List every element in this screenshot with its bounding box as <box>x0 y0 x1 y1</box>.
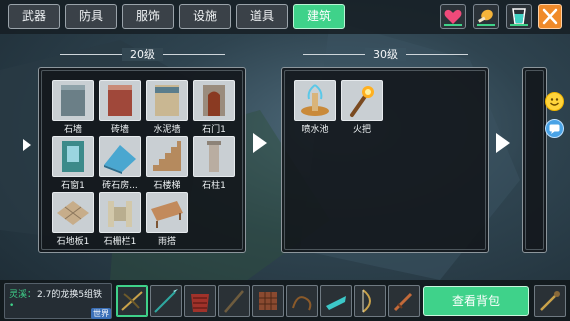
build-item-stone-door[interactable]: 石门1 <box>193 80 235 136</box>
stone-window-icon <box>52 136 94 177</box>
fountain-icon <box>294 80 336 121</box>
build-item-stone-pillar[interactable]: 石柱1 <box>193 136 235 192</box>
close-icon <box>542 8 558 25</box>
staff-icon <box>224 290 244 313</box>
build-item-stone-window[interactable]: 石窗1 <box>52 136 94 192</box>
crystal-gun-icon <box>326 296 346 310</box>
food-button[interactable] <box>473 4 499 29</box>
tool-icon <box>540 291 560 311</box>
armor-icon <box>191 294 209 312</box>
hotbar-slot-5[interactable] <box>252 285 284 317</box>
emote-button[interactable] <box>545 92 564 111</box>
health-indicator <box>444 24 462 26</box>
crate-icon <box>259 292 277 310</box>
world-chat-button[interactable]: 世界 <box>91 308 111 319</box>
tab-items[interactable]: 道具 <box>236 4 288 29</box>
sword-icon <box>393 292 413 312</box>
tab-armor[interactable]: 防具 <box>65 4 117 29</box>
cement-wall-icon <box>146 80 188 121</box>
build-item-cement-wall[interactable]: 水泥墙 <box>146 80 188 136</box>
hotbar-slot-3[interactable] <box>184 285 216 317</box>
build-item-awning[interactable]: 雨搭 <box>146 192 188 248</box>
hotbar-slot-1[interactable] <box>116 285 148 317</box>
hotbar-slot-6[interactable] <box>286 285 318 317</box>
build-item-brick-roof[interactable]: 砖石房... <box>99 136 141 192</box>
stone-fence-icon <box>99 192 141 233</box>
hotbar-slot-4[interactable] <box>218 285 250 317</box>
bow-icon <box>362 289 371 313</box>
tab-weapon[interactable]: 武器 <box>8 4 60 29</box>
hotbar-slot-8[interactable] <box>354 285 386 317</box>
level-30-header: 30级 <box>283 46 488 62</box>
tab-build[interactable]: 建筑 <box>293 4 345 29</box>
food-indicator <box>477 24 495 26</box>
hotbar-slot-9[interactable] <box>388 285 420 317</box>
level-20-header: 20级 <box>40 46 245 62</box>
torch-icon <box>341 80 383 121</box>
chat-bubble-icon <box>549 124 560 134</box>
chat-sender-name: 灵溪： <box>9 290 37 300</box>
brick-wall-icon <box>99 80 141 121</box>
hotbar-slot-7[interactable] <box>320 285 352 317</box>
hotbar-slot-2[interactable] <box>150 285 182 317</box>
chat-box[interactable]: 灵溪： 2.7的龙换5组铁 • 世界 <box>4 283 112 319</box>
hotbar-slot-10[interactable] <box>534 285 566 317</box>
open-backpack-button[interactable]: 查看背包 <box>423 286 529 316</box>
build-item-stone-stairs[interactable]: 石楼梯 <box>146 136 188 192</box>
chat-message: 2.7的龙换5组铁 <box>37 290 103 300</box>
next-level-panel <box>522 67 547 253</box>
build-item-fountain[interactable]: 喷水池 <box>294 80 336 136</box>
tab-clothes[interactable]: 服饰 <box>122 4 174 29</box>
next-level-arrow-icon-2[interactable] <box>496 133 510 153</box>
build-item-torch[interactable]: 火把 <box>341 80 383 136</box>
next-level-arrow-icon[interactable] <box>253 133 267 153</box>
stone-floor-icon <box>52 192 94 233</box>
stone-pillar-icon <box>193 136 235 177</box>
drink-indicator <box>510 24 528 26</box>
level-20-panel: 石墙 砖墙 水泥墙 石门1 石窗1 砖石房... 石楼梯 石柱1 石地板1 石栅… <box>38 67 246 253</box>
smile-icon <box>550 98 559 106</box>
close-button[interactable] <box>538 4 562 29</box>
stone-door-icon <box>193 80 235 121</box>
stone-stairs-icon <box>146 136 188 177</box>
build-item-stone-floor[interactable]: 石地板1 <box>52 192 94 248</box>
brick-roof-icon <box>99 136 141 177</box>
chat-button[interactable] <box>545 119 564 138</box>
awning-icon <box>146 192 188 233</box>
health-button[interactable] <box>440 4 466 29</box>
build-item-stone-fence[interactable]: 石栅栏1 <box>99 192 141 248</box>
tab-facility[interactable]: 设施 <box>179 4 231 29</box>
whip-icon <box>292 296 312 311</box>
level-30-label: 30级 <box>365 48 406 61</box>
level-30-panel: 喷水池 火把 <box>281 67 489 253</box>
scroll-left-arrow-icon[interactable] <box>23 139 31 151</box>
crossbow-icon <box>121 291 143 311</box>
drink-button[interactable] <box>506 4 532 29</box>
level-20-label: 20级 <box>122 48 163 61</box>
spear-icon <box>154 289 178 313</box>
chat-dot: • <box>9 301 15 311</box>
build-item-brick-wall[interactable]: 砖墙 <box>99 80 141 136</box>
stone-wall-icon <box>52 80 94 121</box>
build-item-stone-wall[interactable]: 石墙 <box>52 80 94 136</box>
